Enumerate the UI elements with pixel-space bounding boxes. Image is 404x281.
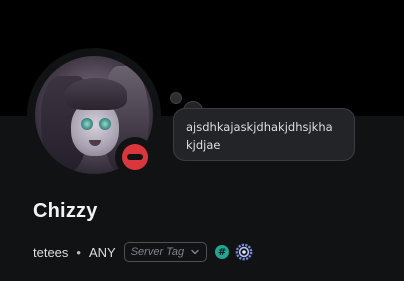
avatar-eye-right [99,118,111,130]
profile-meta-row: tetees • ANY Server Tag # [33,241,253,263]
pronouns: ANY [88,244,116,260]
custom-status-line-1: ajsdhkajaskjdhakjdhsjkha [186,120,333,134]
avatar-eye-left [81,118,93,130]
custom-status-line-2: kjdjae [186,138,221,152]
custom-status-bubble[interactable]: ajsdhkajaskjdhakjdhsjkha kjdjae [173,108,355,161]
separator-dot: • [76,244,81,260]
username[interactable]: tetees [33,245,68,260]
avatar-bangs [65,78,127,110]
dnd-status-bar [127,154,143,160]
thought-bubble-dot-small [170,92,182,104]
display-name: Chizzy [33,200,98,222]
nitro-gear-badge-icon[interactable] [235,243,253,261]
hashtag-badge-icon[interactable]: # [215,245,230,259]
server-tag-placeholder: Server Tag [130,246,185,258]
server-tag-dropdown[interactable]: Server Tag [123,242,208,262]
chevron-down-icon [191,249,199,255]
